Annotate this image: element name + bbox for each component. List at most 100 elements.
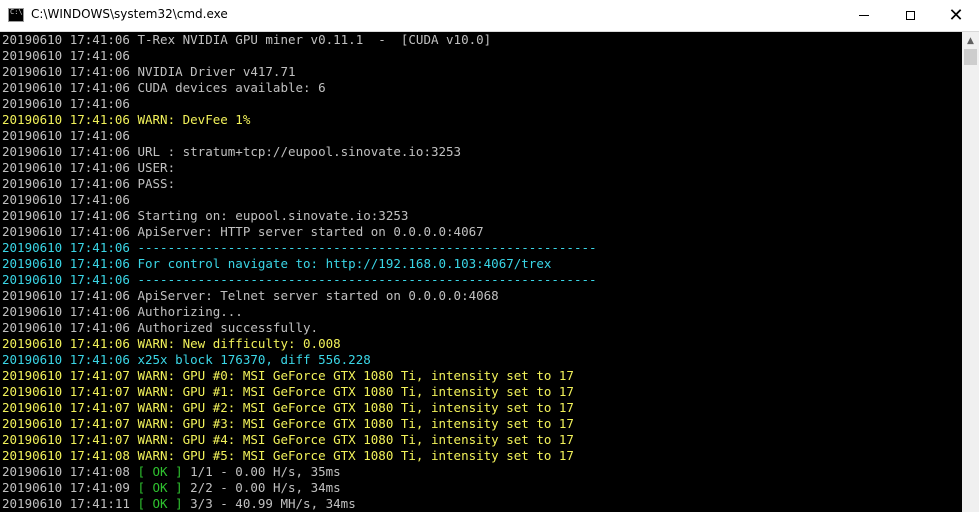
log-message: Authorizing... bbox=[137, 304, 243, 319]
log-timestamp: 20190610 17:41:07 bbox=[2, 432, 130, 447]
console-line: 20190610 17:41:06 bbox=[0, 192, 962, 208]
log-timestamp: 20190610 17:41:06 bbox=[2, 160, 130, 175]
minimize-icon bbox=[859, 15, 869, 16]
console-line: 20190610 17:41:06 URL : stratum+tcp://eu… bbox=[0, 144, 962, 160]
log-message: 3/3 - 40.99 MH/s, 34ms bbox=[190, 496, 356, 511]
console-line: 20190610 17:41:07 WARN: GPU #3: MSI GeFo… bbox=[0, 416, 962, 432]
scrollbar-thumb[interactable] bbox=[964, 49, 977, 65]
cmd-app-icon[interactable] bbox=[8, 8, 24, 22]
log-timestamp: 20190610 17:41:07 bbox=[2, 384, 130, 399]
log-message: WARN: GPU #2: MSI GeForce GTX 1080 Ti, i… bbox=[137, 400, 574, 415]
log-timestamp: 20190610 17:41:06 bbox=[2, 320, 130, 335]
log-message: WARN: DevFee 1% bbox=[137, 112, 251, 127]
log-message: Authorized successfully. bbox=[137, 320, 319, 335]
log-timestamp: 20190610 17:41:06 bbox=[2, 240, 130, 255]
log-timestamp: 20190610 17:41:06 bbox=[2, 112, 130, 127]
log-timestamp: 20190610 17:41:06 bbox=[2, 96, 130, 111]
close-button[interactable]: ✕ bbox=[933, 0, 979, 31]
log-message: 1/1 - 0.00 H/s, 35ms bbox=[190, 464, 341, 479]
log-timestamp: 20190610 17:41:06 bbox=[2, 304, 130, 319]
log-message: WARN: GPU #4: MSI GeForce GTX 1080 Ti, i… bbox=[137, 432, 574, 447]
log-message: ----------------------------------------… bbox=[137, 240, 597, 255]
cmd-window: C:\WINDOWS\system32\cmd.exe ✕ 20190610 1… bbox=[0, 0, 979, 512]
log-timestamp: 20190610 17:41:06 bbox=[2, 288, 130, 303]
console-line: 20190610 17:41:06 Authorized successfull… bbox=[0, 320, 962, 336]
console-line: 20190610 17:41:06 USER: bbox=[0, 160, 962, 176]
log-timestamp: 20190610 17:41:06 bbox=[2, 224, 130, 239]
vertical-scrollbar[interactable]: ▲ bbox=[962, 32, 979, 512]
log-timestamp: 20190610 17:41:07 bbox=[2, 400, 130, 415]
log-message: CUDA devices available: 6 bbox=[137, 80, 326, 95]
log-timestamp: 20190610 17:41:06 bbox=[2, 48, 130, 63]
ok-badge: [ OK ] bbox=[137, 464, 183, 479]
log-timestamp: 20190610 17:41:06 bbox=[2, 64, 130, 79]
console-line: 20190610 17:41:06 NVIDIA Driver v417.71 bbox=[0, 64, 962, 80]
console-line: 20190610 17:41:07 WARN: GPU #2: MSI GeFo… bbox=[0, 400, 962, 416]
log-message: For control navigate to: http://192.168.… bbox=[137, 256, 552, 271]
log-timestamp: 20190610 17:41:09 bbox=[2, 480, 130, 495]
log-timestamp: 20190610 17:41:06 bbox=[2, 128, 130, 143]
console-output[interactable]: 20190610 17:41:06 T-Rex NVIDIA GPU miner… bbox=[0, 32, 962, 512]
console-line: 20190610 17:41:06 CUDA devices available… bbox=[0, 80, 962, 96]
console-line: 20190610 17:41:08 WARN: GPU #5: MSI GeFo… bbox=[0, 448, 962, 464]
ok-badge: [ OK ] bbox=[137, 480, 183, 495]
ok-badge: [ OK ] bbox=[137, 496, 183, 511]
log-message: NVIDIA Driver v417.71 bbox=[137, 64, 296, 79]
log-timestamp: 20190610 17:41:06 bbox=[2, 336, 130, 351]
console-line: 20190610 17:41:06 WARN: DevFee 1% bbox=[0, 112, 962, 128]
log-message: WARN: GPU #1: MSI GeForce GTX 1080 Ti, i… bbox=[137, 384, 574, 399]
console-line: 20190610 17:41:06 Authorizing... bbox=[0, 304, 962, 320]
console-line: 20190610 17:41:08 [ OK ] 1/1 - 0.00 H/s,… bbox=[0, 464, 962, 480]
console-line: 20190610 17:41:06 ApiServer: Telnet serv… bbox=[0, 288, 962, 304]
log-message: USER: bbox=[137, 160, 176, 175]
minimize-button[interactable] bbox=[841, 0, 887, 31]
log-timestamp: 20190610 17:41:06 bbox=[2, 256, 130, 271]
log-message: WARN: New difficulty: 0.008 bbox=[137, 336, 341, 351]
log-message: ----------------------------------------… bbox=[137, 272, 597, 287]
log-timestamp: 20190610 17:41:08 bbox=[2, 448, 130, 463]
maximize-icon bbox=[905, 11, 915, 20]
console-line: 20190610 17:41:06 ApiServer: HTTP server… bbox=[0, 224, 962, 240]
log-timestamp: 20190610 17:41:07 bbox=[2, 368, 130, 383]
log-timestamp: 20190610 17:41:06 bbox=[2, 208, 130, 223]
log-message: ApiServer: HTTP server started on 0.0.0.… bbox=[137, 224, 484, 239]
console-line: 20190610 17:41:07 WARN: GPU #0: MSI GeFo… bbox=[0, 368, 962, 384]
log-message: 2/2 - 0.00 H/s, 34ms bbox=[190, 480, 341, 495]
scroll-up-arrow-icon[interactable]: ▲ bbox=[962, 32, 979, 49]
log-message: WARN: GPU #3: MSI GeForce GTX 1080 Ti, i… bbox=[137, 416, 574, 431]
log-timestamp: 20190610 17:41:08 bbox=[2, 464, 130, 479]
log-timestamp: 20190610 17:41:07 bbox=[2, 416, 130, 431]
console-line: 20190610 17:41:09 [ OK ] 2/2 - 0.00 H/s,… bbox=[0, 480, 962, 496]
log-timestamp: 20190610 17:41:06 bbox=[2, 32, 130, 47]
log-message: Starting on: eupool.sinovate.io:3253 bbox=[137, 208, 409, 223]
console-line: 20190610 17:41:06 ----------------------… bbox=[0, 272, 962, 288]
log-message: x25x block 176370, diff 556.228 bbox=[137, 352, 371, 367]
maximize-button[interactable] bbox=[887, 0, 933, 31]
log-message: ApiServer: Telnet server started on 0.0.… bbox=[137, 288, 499, 303]
console-line: 20190610 17:41:06 bbox=[0, 48, 962, 64]
log-timestamp: 20190610 17:41:06 bbox=[2, 176, 130, 191]
log-timestamp: 20190610 17:41:06 bbox=[2, 80, 130, 95]
console-line: 20190610 17:41:06 bbox=[0, 96, 962, 112]
close-icon: ✕ bbox=[948, 4, 964, 26]
log-timestamp: 20190610 17:41:06 bbox=[2, 192, 130, 207]
log-message: T-Rex NVIDIA GPU miner v0.11.1 - [CUDA v… bbox=[137, 32, 492, 47]
log-timestamp: 20190610 17:41:06 bbox=[2, 352, 130, 367]
window-title: C:\WINDOWS\system32\cmd.exe bbox=[31, 7, 228, 21]
log-message: URL : stratum+tcp://eupool.sinovate.io:3… bbox=[137, 144, 462, 159]
console-line: 20190610 17:41:06 ----------------------… bbox=[0, 240, 962, 256]
console-line: 20190610 17:41:06 For control navigate t… bbox=[0, 256, 962, 272]
console-line: 20190610 17:41:06 WARN: New difficulty: … bbox=[0, 336, 962, 352]
log-timestamp: 20190610 17:41:11 bbox=[2, 496, 130, 511]
console-line: 20190610 17:41:06 PASS: bbox=[0, 176, 962, 192]
console-line: 20190610 17:41:06 Starting on: eupool.si… bbox=[0, 208, 962, 224]
title-bar[interactable]: C:\WINDOWS\system32\cmd.exe ✕ bbox=[0, 0, 979, 32]
console-line: 20190610 17:41:06 bbox=[0, 128, 962, 144]
console-line: 20190610 17:41:06 T-Rex NVIDIA GPU miner… bbox=[0, 32, 962, 48]
log-message: PASS: bbox=[137, 176, 176, 191]
console-line: 20190610 17:41:07 WARN: GPU #1: MSI GeFo… bbox=[0, 384, 962, 400]
console-line: 20190610 17:41:07 WARN: GPU #4: MSI GeFo… bbox=[0, 432, 962, 448]
log-message: WARN: GPU #0: MSI GeForce GTX 1080 Ti, i… bbox=[137, 368, 574, 383]
log-message: WARN: GPU #5: MSI GeForce GTX 1080 Ti, i… bbox=[137, 448, 574, 463]
log-timestamp: 20190610 17:41:06 bbox=[2, 272, 130, 287]
